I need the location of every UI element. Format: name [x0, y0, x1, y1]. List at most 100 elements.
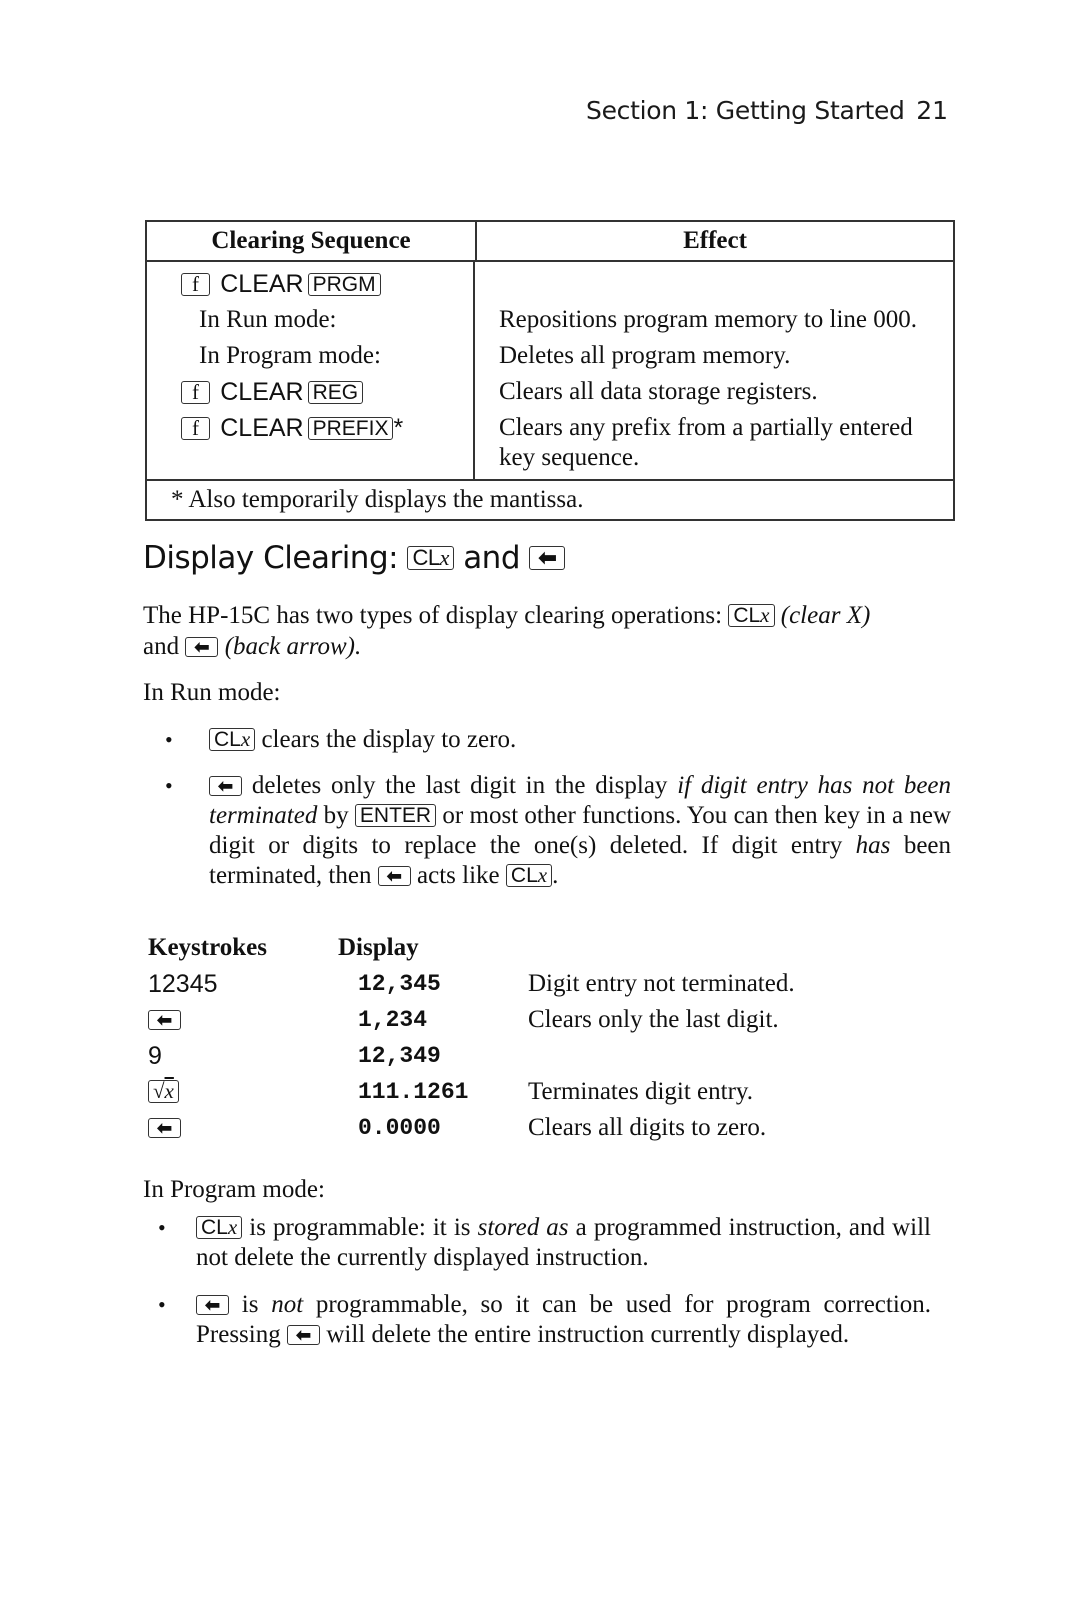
clx-key-var: x: [240, 727, 251, 751]
keystrokes-header: Keystrokes Display: [148, 930, 848, 966]
clx-description: (clear X): [780, 602, 871, 629]
effect-program-mode: Deletes all program memory.: [499, 342, 791, 369]
effect-run-mode: Repositions program memory to line 000.: [499, 306, 918, 333]
f-key: f: [181, 417, 210, 440]
table-header-row: Clearing Sequence Effect: [147, 222, 953, 262]
bullet-text: deletes only the last digit in the displ…: [251, 772, 668, 799]
back-arrow-icon: ⬅: [185, 637, 219, 657]
row-note: Terminates digit entry.: [528, 1078, 754, 1105]
bullet-text: will delete the entire instruction curre…: [326, 1321, 850, 1348]
heading-and: and: [463, 540, 521, 576]
display-value: 111.1261: [358, 1079, 469, 1105]
table-row: 9 12,349: [148, 1038, 848, 1074]
row-note: Clears only the last digit.: [528, 1006, 779, 1033]
sequence-column: f CLEAR PRGM In Run mode: In Program mode…: [147, 262, 475, 479]
back-arrow-icon: ⬅: [196, 1295, 230, 1315]
table-row: ⬅ 1,234 Clears only the last digit.: [148, 1002, 848, 1038]
f-key: f: [181, 381, 210, 404]
clx-key-label: CL: [201, 1216, 228, 1239]
program-mode-bullet-arrow: • ⬅ is not programmable, so it can be us…: [158, 1290, 931, 1350]
bullet-icon: •: [158, 1292, 166, 1317]
display-value: 0.0000: [358, 1115, 441, 1141]
sequence-clear-reg: f CLEAR REG: [181, 374, 473, 410]
clx-key: CLx: [407, 545, 454, 570]
back-arrow-icon: ⬅: [209, 776, 243, 796]
prgm-key: PRGM: [307, 273, 381, 296]
bullet-text: by: [323, 802, 349, 829]
effect-clear-prefix: Clears any prefix from a partially enter…: [499, 414, 913, 471]
bullet-italic: not: [271, 1291, 304, 1318]
clx-key-var: x: [439, 545, 450, 570]
display-value: 12,349: [358, 1043, 441, 1069]
row-note: Clears all digits to zero.: [528, 1114, 767, 1141]
sequence-clear-prgm: f CLEAR PRGM: [181, 266, 473, 302]
clx-key: CLx: [196, 1215, 243, 1239]
bullet-text: .: [552, 862, 559, 889]
clx-key: CLx: [209, 727, 256, 751]
clearing-sequence-table: Clearing Sequence Effect f CLEAR PRGM In …: [145, 220, 955, 521]
section-title: Section 1: Getting Started: [586, 96, 905, 125]
table-footnote: * Also temporarily displays the mantissa…: [171, 486, 584, 513]
clear-label: CLEAR: [220, 270, 304, 298]
header-keystrokes: Keystrokes: [148, 934, 267, 961]
prefix-key: PREFIX: [307, 417, 394, 440]
bullet-text: or most other functions. You can then ke…: [209, 802, 952, 859]
column-header-effect: Effect: [683, 227, 747, 254]
mode-run: In Run mode:: [199, 306, 337, 333]
arrow-description: (back arrow).: [224, 633, 362, 660]
clx-key-label: CL: [510, 864, 538, 887]
display-value: 12,345: [358, 971, 441, 997]
effect-clear-reg: Clears all data storage registers.: [499, 378, 818, 405]
manual-page: Section 1: Getting Started 21 Clearing S…: [0, 0, 1080, 1620]
section-heading: Display Clearing: CLx and ⬅: [143, 540, 566, 576]
bullet-icon: •: [165, 773, 173, 798]
bullet-text: is: [241, 1291, 259, 1318]
intro-paragraph: The HP-15C has two types of display clea…: [143, 600, 951, 662]
clear-label: CLEAR: [220, 414, 304, 442]
square-root-key: √x: [148, 1080, 179, 1103]
sequence-clear-prefix: f CLEAR PREFIX *: [181, 410, 473, 446]
intro-and: and: [143, 633, 180, 660]
back-arrow-icon: ⬅: [148, 1118, 182, 1138]
back-arrow-icon: ⬅: [148, 1010, 182, 1030]
keystrokes-table: Keystrokes Display 12345 12,345 Digit en…: [148, 930, 848, 1146]
column-header-clearing-sequence: Clearing Sequence: [147, 222, 477, 260]
f-key: f: [181, 273, 210, 296]
bullet-text: is programmable: it is: [249, 1214, 471, 1241]
clx-key-var: x: [227, 1215, 238, 1239]
run-mode-bullet-clx: • CLx clears the display to zero.: [165, 725, 951, 755]
sqrt-icon: √: [153, 1079, 165, 1103]
clx-key-label: CL: [733, 604, 761, 627]
effect-blank: [499, 266, 953, 302]
bullet-text: acts like: [417, 862, 500, 889]
running-head: Section 1: Getting Started 21: [560, 96, 954, 136]
clear-label: CLEAR: [220, 378, 304, 406]
program-mode-label: In Program mode:: [143, 1176, 325, 1203]
program-mode-bullet-clx: • CLx is programmable: it is stored as a…: [158, 1213, 931, 1273]
mode-program: In Program mode:: [199, 342, 381, 369]
display-value: 1,234: [358, 1007, 428, 1033]
heading-text: Display Clearing:: [143, 540, 399, 576]
keystroke-digits: 12345: [148, 970, 218, 998]
bullet-italic: has: [855, 832, 891, 859]
table-body: f CLEAR PRGM In Run mode: In Program mode…: [147, 262, 953, 481]
header-display: Display: [338, 934, 419, 961]
clx-key-var: x: [537, 863, 548, 887]
table-row: √x 111.1261 Terminates digit entry.: [148, 1074, 848, 1110]
enter-key: ENTER: [354, 804, 437, 827]
clx-key: CLx: [728, 604, 775, 627]
run-mode-bullet-arrow: • ⬅ deletes only the last digit in the d…: [165, 771, 951, 891]
bullet-italic: stored as: [477, 1214, 569, 1241]
clx-key: CLx: [505, 863, 553, 887]
back-arrow-icon: ⬅: [286, 1325, 321, 1345]
intro-text: The HP-15C has two types of display clea…: [143, 602, 723, 629]
clx-key-label: CL: [412, 545, 440, 570]
row-note: Digit entry not terminated.: [528, 970, 795, 997]
bullet-text: clears the display to zero.: [261, 726, 517, 753]
bullet-icon: •: [165, 727, 173, 752]
table-row: ⬅ 0.0000 Clears all digits to zero.: [148, 1110, 848, 1146]
page-number: 21: [916, 96, 948, 125]
back-arrow-icon: ⬅: [377, 866, 411, 886]
bullet-icon: •: [158, 1215, 166, 1240]
clx-key-label: CL: [214, 728, 241, 751]
